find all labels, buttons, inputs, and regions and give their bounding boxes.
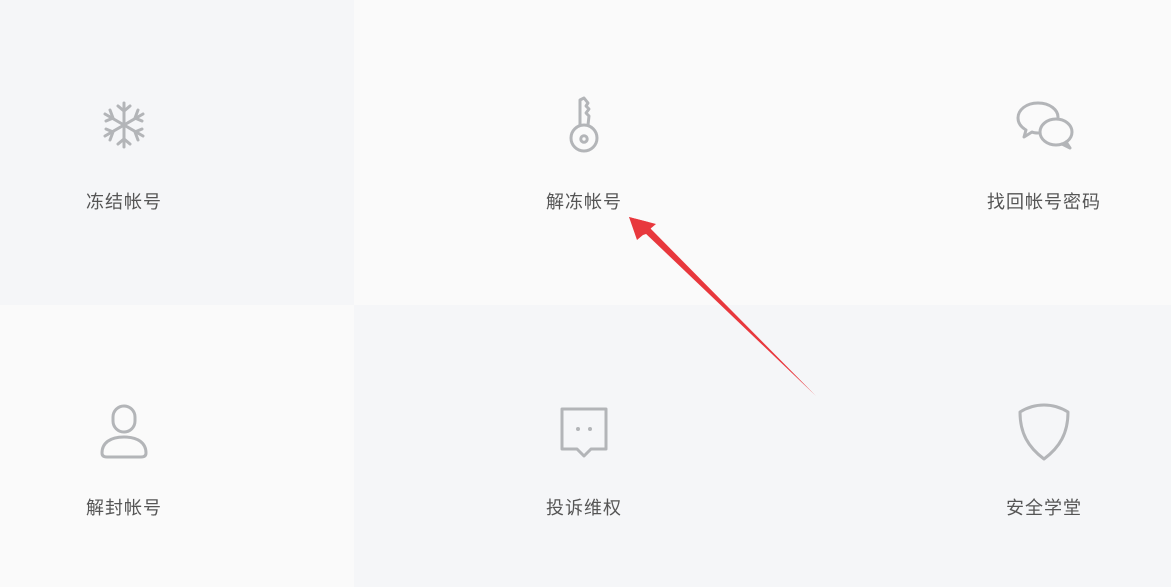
tile-label-recover: 找回帐号密码 [987, 192, 1101, 213]
complaint-bubble-icon [554, 401, 614, 461]
key-icon [554, 95, 614, 155]
service-grid: 冻结帐号 解冻帐号 找回帐号密码 解封帐号 投诉维权 安全学堂 [0, 0, 1171, 587]
tile-security-school[interactable]: 安全学堂 [814, 305, 1171, 587]
tile-unban-account[interactable]: 解封帐号 [0, 305, 354, 587]
tile-label-freeze: 冻结帐号 [86, 192, 162, 213]
tile-label-unban: 解封帐号 [86, 498, 162, 519]
user-icon [94, 401, 154, 461]
chat-bubbles-icon [1014, 95, 1074, 155]
tile-freeze-account[interactable]: 冻结帐号 [0, 0, 354, 305]
tile-label-complaint: 投诉维权 [546, 498, 622, 519]
tile-recover-password[interactable]: 找回帐号密码 [814, 0, 1171, 305]
tile-complaint[interactable]: 投诉维权 [354, 305, 814, 587]
tile-label-unfreeze: 解冻帐号 [546, 192, 622, 213]
tile-unfreeze-account[interactable]: 解冻帐号 [354, 0, 814, 305]
tile-label-security-school: 安全学堂 [1006, 498, 1082, 519]
snowflake-icon [94, 95, 154, 155]
shield-icon [1014, 401, 1074, 461]
